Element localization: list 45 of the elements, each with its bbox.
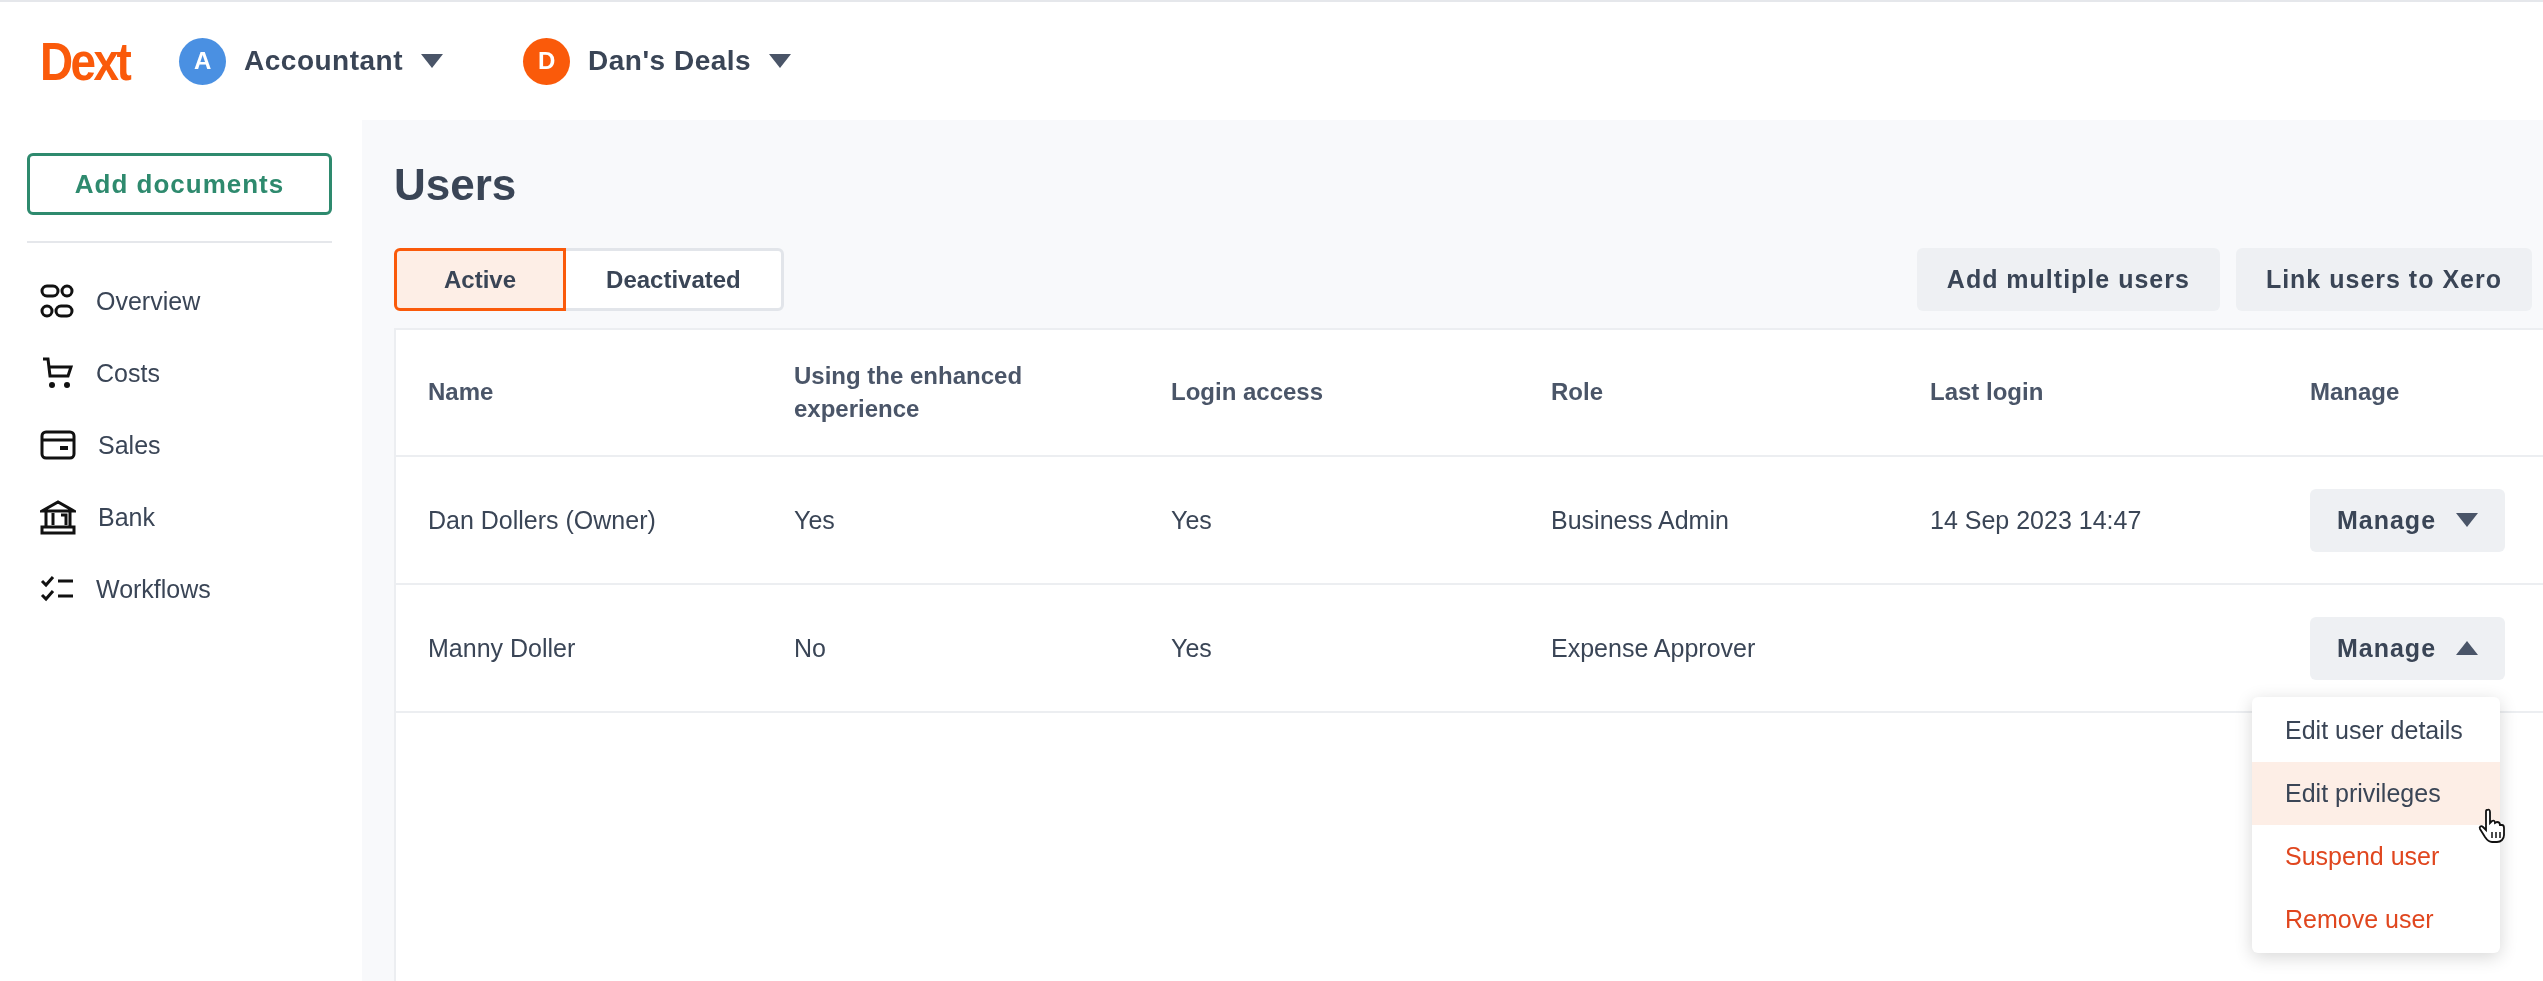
column-header: Role [1551,377,1604,408]
caret-icon [421,54,444,68]
table-cell-text: Manny Doller [428,633,577,663]
menu-item[interactable]: Suspend user [2252,824,2500,888]
nav-item[interactable]: Overview [96,286,201,316]
table-cell-text: Expense Approver [1551,633,1757,663]
caret-icon [2456,513,2479,527]
avatar: D [523,37,571,85]
manage-button[interactable]: Manage [2310,488,2505,552]
table-cell-text: Dan Dollers (Owner) [428,505,657,535]
nav-item[interactable]: Bank [98,502,155,532]
column-header: Manage [2310,377,2401,408]
account-switcher[interactable]: Dan's Deals [588,45,752,77]
manage-button[interactable]: Manage [2310,616,2505,680]
menu-item[interactable]: Edit user details [2252,698,2500,762]
bank-icon [40,499,76,535]
table-cell-text: No [794,633,827,663]
account-switcher[interactable]: Accountant [244,45,404,77]
column-header: Last login [1930,377,2045,408]
page-title: Users [394,160,518,211]
menu-item[interactable]: Remove user [2252,887,2500,951]
grid-icon [40,284,74,318]
column-header: Login access [1171,377,1325,408]
tab[interactable]: Deactivated [563,248,784,311]
caret-icon [769,54,792,68]
add-documents-button[interactable]: Add documents [27,153,332,215]
action-button[interactable]: Add multiple users [1916,248,2220,311]
column-header: Using the enhanced experience [794,361,1024,424]
caret-icon [2456,641,2479,655]
nav-item[interactable]: Sales [98,430,161,460]
action-button[interactable]: Link users to Xero [2235,248,2532,311]
table-cell-text: Yes [1171,505,1213,535]
avatar: A [179,37,227,85]
table-cell-text: Yes [1171,633,1213,663]
table-cell-text: Yes [794,505,836,535]
table-cell-text: Business Admin [1551,505,1730,535]
nav-item[interactable]: Costs [96,358,160,388]
card-icon [40,430,76,460]
column-header: Name [428,377,495,408]
checklist-icon [40,574,74,604]
nav-item[interactable]: Workflows [96,574,211,604]
table-cell-text: 14 Sep 2023 14:47 [1930,505,2143,535]
tab[interactable]: Active [394,248,567,311]
cart-icon [40,356,74,390]
menu-item[interactable]: Edit privileges [2252,761,2500,825]
